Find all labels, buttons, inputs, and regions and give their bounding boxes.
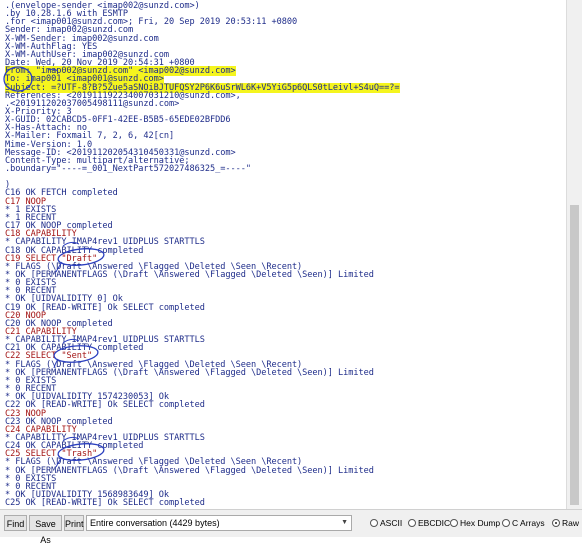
conversation-text-area[interactable]: .(envelope-sender <imap002@sunzd.com>) .b… bbox=[0, 0, 566, 509]
radio-raw[interactable]: Raw bbox=[552, 516, 579, 530]
conversation-line: * OK [PERMANENTFLAGS (\Draft \Answered \… bbox=[5, 269, 374, 280]
conversation-line: * OK [PERMANENTFLAGS (\Draft \Answered \… bbox=[5, 367, 374, 378]
print-button[interactable]: Print bbox=[64, 515, 84, 531]
radio-ascii-label: ASCII bbox=[380, 518, 403, 528]
find-button[interactable]: Find bbox=[4, 515, 27, 531]
conversation-select[interactable]: Entire conversation (4429 bytes) ▼ bbox=[86, 515, 352, 531]
scrollbar-thumb[interactable] bbox=[570, 205, 579, 505]
radio-dot-selected-icon bbox=[552, 519, 560, 527]
radio-carrays-label: C Arrays bbox=[512, 518, 545, 528]
radio-dot-icon bbox=[408, 519, 416, 527]
conversation-line: .boundary="----=_001_NextPart57202748632… bbox=[5, 164, 251, 174]
vertical-scrollbar[interactable] bbox=[566, 0, 582, 509]
conversation-line: * OK [PERMANENTFLAGS (\Draft \Answered \… bbox=[5, 465, 374, 476]
radio-carrays[interactable]: C Arrays bbox=[502, 516, 545, 530]
conversation-line: C25 OK [READ-WRITE] Ok SELECT completed bbox=[5, 498, 205, 509]
radio-dot-icon bbox=[450, 519, 458, 527]
bottom-toolbar: Find Save As Print Entire conversation (… bbox=[0, 509, 582, 545]
radio-dot-icon bbox=[502, 519, 510, 527]
save-as-button[interactable]: Save As bbox=[29, 515, 62, 545]
radio-raw-label: Raw bbox=[562, 518, 580, 528]
conversation-select-value: Entire conversation (4429 bytes) bbox=[90, 518, 220, 528]
radio-hexdump[interactable]: Hex Dump bbox=[450, 516, 500, 530]
radio-hexdump-label: Hex Dump bbox=[460, 518, 501, 528]
radio-ebcdic-label: EBCDIC bbox=[418, 518, 451, 528]
radio-dot-icon bbox=[370, 519, 378, 527]
radio-ebcdic[interactable]: EBCDIC bbox=[408, 516, 450, 530]
radio-ascii[interactable]: ASCII bbox=[370, 516, 402, 530]
chevron-down-icon: ▼ bbox=[341, 519, 348, 526]
